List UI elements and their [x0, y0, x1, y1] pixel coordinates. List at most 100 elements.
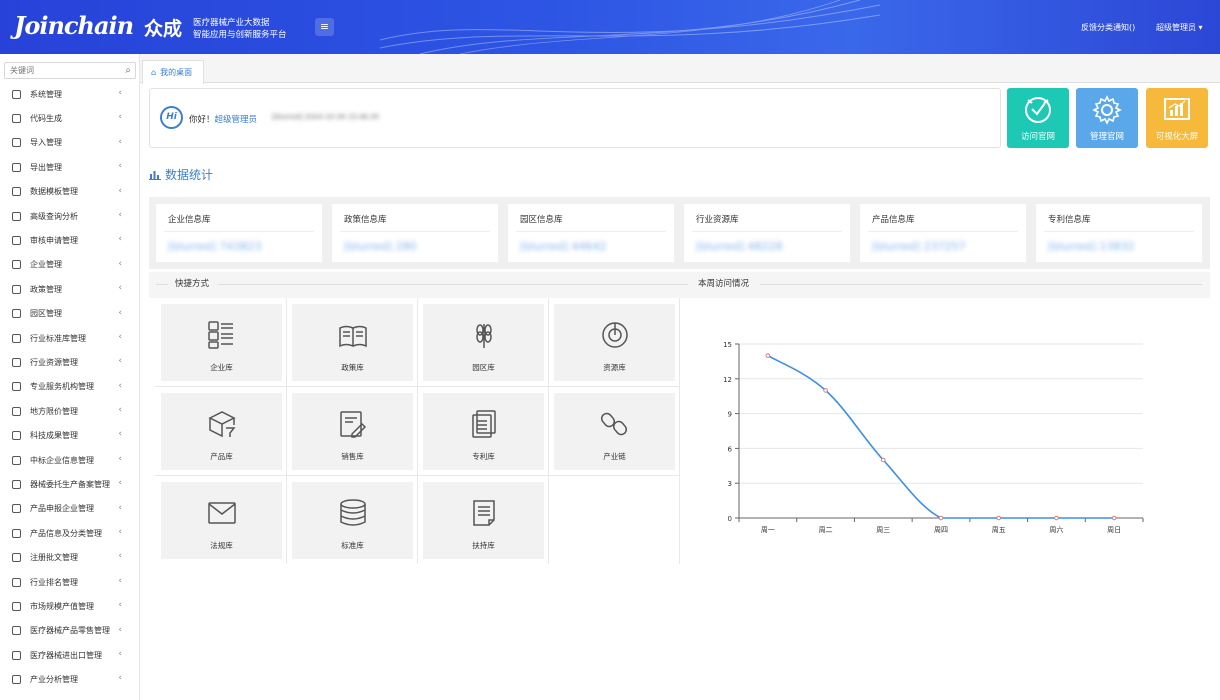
sidebar-item[interactable]: 高级查询分析 ‹	[0, 204, 139, 228]
visual-screen-button[interactable]: 可视化大屏	[1146, 88, 1208, 148]
chart-svg: 0 3 6 9 12 15 周一 周二 周三 周四 周五 周六 周日	[723, 341, 1144, 534]
shortcut-tile[interactable]: 专利库	[423, 393, 544, 470]
menu-item-icon	[12, 528, 21, 538]
sidebar-item-label: 医疗器械产品零售管理	[30, 626, 110, 636]
menu-item-icon	[12, 406, 21, 416]
last-login-info: [blurred] 2024-10-26 15:46:35	[272, 113, 380, 121]
sidebar-item[interactable]: 导出管理 ‹	[0, 155, 139, 179]
grid-divider	[155, 386, 680, 387]
stat-card[interactable]: 政策信息库 [blurred] 280	[332, 204, 498, 262]
search-icon[interactable]: ⌕	[125, 65, 131, 76]
shortcut-tile[interactable]: 产业链	[554, 393, 675, 470]
shortcut-tile[interactable]: 标准库	[292, 482, 413, 559]
manage-site-label: 管理官网	[1089, 132, 1124, 142]
sidebar-item[interactable]: 数据模板管理 ‹	[0, 180, 139, 204]
sidebar-item[interactable]: 专业服务机构管理 ‹	[0, 375, 139, 399]
sidebar-item[interactable]: 系统管理 ‹	[0, 82, 139, 106]
sidebar-item-label: 代码生成	[30, 114, 62, 124]
sidebar-item[interactable]: 企业管理 ‹	[0, 253, 139, 277]
sidebar-item-label: 科技成果管理	[30, 431, 78, 441]
shortcut-label: 销售库	[341, 452, 364, 461]
manage-site-button[interactable]: 管理官网	[1076, 88, 1138, 148]
stat-card[interactable]: 专利信息库 [blurred] 13832	[1036, 204, 1202, 262]
sidebar-item[interactable]: 导入管理 ‹	[0, 131, 139, 155]
sidebar-item[interactable]: 行业排名管理 ‹	[0, 570, 139, 594]
sidebar-nav: 系统管理 ‹ 代码生成 ‹ 导入管理 ‹ 导出管理 ‹ 数据模板管理 ‹ 高级查询分析 ‹ 审核申请管理…	[0, 82, 139, 692]
shortcut-tile[interactable]: 政策库	[292, 304, 413, 381]
menu-item-icon	[12, 284, 21, 294]
sidebar-item[interactable]: 审核申请管理 ‹	[0, 228, 139, 252]
sidebar-item-label: 行业标准库管理	[30, 333, 86, 343]
sidebar-item[interactable]: 医疗器械进出口管理 ‹	[0, 643, 139, 667]
sidebar-item[interactable]: 中标企业信息管理 ‹	[0, 448, 139, 472]
book-icon	[339, 325, 367, 348]
search-input[interactable]	[5, 63, 115, 78]
sidebar-item[interactable]: 政策管理 ‹	[0, 277, 139, 301]
sidebar-item-label: 行业资源管理	[30, 357, 78, 367]
shortcut-tile[interactable]: 产品库	[161, 393, 282, 470]
menu-item-icon	[12, 455, 21, 465]
sidebar-item-label: 专业服务机构管理	[30, 382, 94, 392]
menu-item-icon	[12, 650, 21, 660]
sidebar-item[interactable]: 科技成果管理 ‹	[0, 423, 139, 447]
platform-subtitle: 医疗器械产业大数据 智能应用与创新服务平台	[193, 17, 287, 41]
menu-item-icon	[12, 187, 21, 197]
stat-card[interactable]: 产品信息库 [blurred] 237257	[860, 204, 1026, 262]
sidebar-item[interactable]: 注册批文管理 ‹	[0, 545, 139, 569]
tab-desktop[interactable]: ⌂ 我的桌面	[142, 60, 204, 84]
sidebar-item[interactable]: 行业资源管理 ‹	[0, 350, 139, 374]
sidebar-item[interactable]: 市场规模产值管理 ‹	[0, 594, 139, 618]
stats-row: 企业信息库 [blurred] 743823 政策信息库 [blurred] 280 园…	[149, 197, 1210, 269]
stat-label: 园区信息库	[520, 215, 563, 225]
sidebar-item[interactable]: 产品信息及分类管理 ‹	[0, 521, 139, 545]
stat-card[interactable]: 园区信息库 [blurred] 44642	[508, 204, 674, 262]
sidebar-item-label: 中标企业信息管理	[30, 455, 94, 465]
visit-site-button[interactable]: 访问官网	[1007, 88, 1069, 148]
sidebar-item[interactable]: 地方限价管理 ‹	[0, 399, 139, 423]
wave-decoration	[380, 0, 880, 54]
envelope-icon	[208, 502, 236, 524]
menu-toggle-button[interactable]: ≡	[315, 18, 334, 36]
stat-value: [blurred] 280	[344, 240, 417, 253]
sidebar-item[interactable]: 医疗器械产品零售管理 ‹	[0, 619, 139, 643]
sidebar-item-label: 系统管理	[30, 89, 62, 99]
sidebar-item[interactable]: 产品申报企业管理 ‹	[0, 497, 139, 521]
subtitle-line-2: 智能应用与创新服务平台	[193, 30, 287, 40]
shortcut-tile[interactable]: 销售库	[292, 393, 413, 470]
logo-text: Joinchain	[14, 11, 134, 40]
feedback-link[interactable]: 反馈分类通知()	[1081, 22, 1135, 33]
sidebar-item[interactable]: 代码生成 ‹	[0, 106, 139, 130]
menu-item-icon	[12, 333, 21, 343]
x-tick-label: 周六	[1049, 525, 1063, 534]
shortcut-tile[interactable]: 法规库	[161, 482, 282, 559]
sidebar-item[interactable]: 行业标准库管理 ‹	[0, 326, 139, 350]
stat-card[interactable]: 行业资源库 [blurred] 48228	[684, 204, 850, 262]
grid-divider	[286, 298, 287, 564]
sidebar-item[interactable]: 器械委托生产备案管理 ‹	[0, 472, 139, 496]
sidebar-item[interactable]: 产业分析管理 ‹	[0, 667, 139, 691]
stat-value: [blurred] 44642	[520, 240, 607, 253]
menu-item-icon	[12, 211, 21, 221]
shortcut-tile[interactable]: 园区库	[423, 304, 544, 381]
chevron-left-icon: ‹	[118, 283, 122, 294]
gear-icon	[1092, 95, 1122, 125]
stat-card[interactable]: 企业信息库 [blurred] 743823	[156, 204, 322, 262]
shortcut-tile[interactable]: 扶持库	[423, 482, 544, 559]
target-icon	[602, 322, 628, 348]
top-bar: Joinchain 众成 医疗器械产业大数据 智能应用与创新服务平台 ≡ 反馈分…	[0, 0, 1220, 54]
y-tick-label: 15	[723, 341, 732, 349]
shortcut-label: 标准库	[341, 541, 364, 550]
sidebar-item[interactable]: 园区管理 ‹	[0, 302, 139, 326]
stat-label: 专利信息库	[1048, 215, 1091, 225]
shortcut-tile[interactable]: 资源库	[554, 304, 675, 381]
shortcut-label: 专利库	[472, 452, 495, 461]
welcome-panel: Hi 你好！超级管理员 [blurred] 2024-10-26 15:46:3…	[149, 88, 1001, 148]
sidebar: ⌕ 系统管理 ‹ 代码生成 ‹ 导入管理 ‹ 导出管理 ‹ 数据模板管理 ‹ 高级查询分析 ‹ 审核申请…	[0, 54, 140, 700]
shortcut-label: 资源库	[603, 363, 626, 372]
chevron-left-icon: ‹	[118, 429, 122, 440]
shortcut-tile[interactable]: 企业库	[161, 304, 282, 381]
sidebar-item-label: 市场规模产值管理	[30, 601, 94, 611]
divider	[516, 231, 666, 232]
shortcuts-title: 快捷方式	[175, 279, 210, 289]
user-menu[interactable]: 超级管理员 ▾	[1156, 22, 1203, 33]
